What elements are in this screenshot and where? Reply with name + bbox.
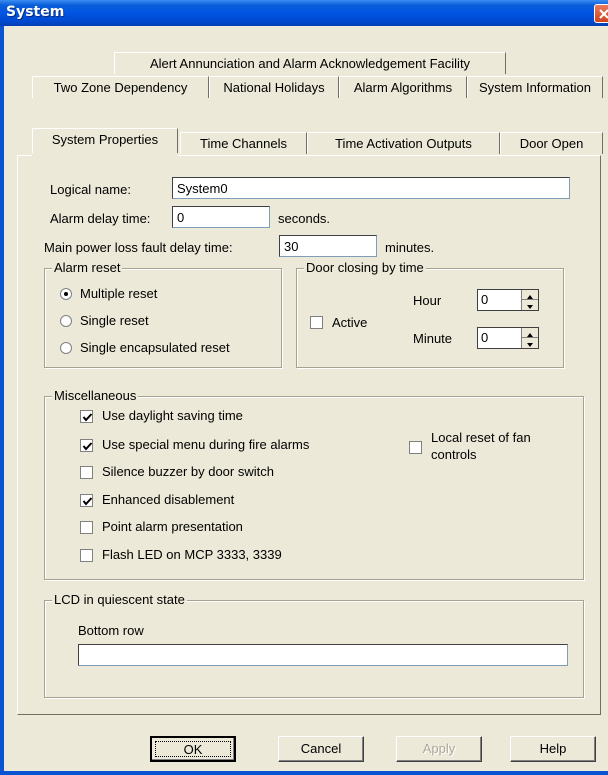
misc-checkbox-daylight[interactable] — [80, 410, 93, 423]
door-closing-title: Door closing by time — [304, 260, 426, 275]
alarm-delay-label: Alarm delay time: — [50, 211, 151, 226]
fan-controls-label-line1: Local reset of fan — [431, 430, 531, 445]
misc-label-enhanced-disablement: Enhanced disablement — [102, 492, 235, 507]
ok-button[interactable]: OK — [150, 736, 236, 762]
minute-label: Minute — [413, 331, 453, 346]
cancel-button-label: Cancel — [300, 741, 342, 756]
alarm-reset-title: Alarm reset — [52, 260, 123, 275]
apply-button[interactable]: Apply — [396, 736, 482, 762]
hour-spin-arrows[interactable] — [521, 290, 538, 310]
misc-checkbox-flash-led[interactable] — [80, 549, 93, 562]
misc-label-flash-led: Flash LED on MCP 3333, 3339 — [102, 547, 282, 562]
radio-multiple-reset[interactable] — [60, 288, 72, 300]
radio-multiple-reset-label: Multiple reset — [80, 286, 158, 301]
lcd-title: LCD in quiescent state — [52, 592, 187, 607]
bottom-row-input[interactable] — [78, 644, 568, 666]
help-button[interactable]: Help — [510, 736, 596, 762]
misc-checkbox-special-menu[interactable] — [80, 439, 93, 452]
misc-label-special-menu: Use special menu during fire alarms — [102, 437, 310, 452]
form-content: Logical name: Alarm delay time: seconds.… — [0, 0, 608, 775]
door-active-label: Active — [332, 315, 368, 330]
radio-single-encapsulated-reset-label: Single encapsulated reset — [80, 340, 230, 355]
door-active-checkbox[interactable] — [310, 316, 323, 329]
logical-name-input[interactable] — [172, 177, 570, 199]
misc-label-silence-buzzer: Silence buzzer by door switch — [102, 464, 274, 479]
misc-checkbox-point-alarm[interactable] — [80, 521, 93, 534]
misc-label-daylight: Use daylight saving time — [102, 408, 243, 423]
checkmark-icon — [82, 497, 93, 506]
ok-focus-ring — [155, 741, 231, 757]
minute-value: 0 — [481, 330, 489, 345]
power-loss-unit: minutes. — [385, 240, 435, 255]
misc-checkbox-silence-buzzer[interactable] — [80, 466, 93, 479]
misc-checkbox-enhanced-disablement[interactable] — [80, 494, 93, 507]
misc-label-point-alarm: Point alarm presentation — [102, 519, 243, 534]
fan-controls-label-line2: controls — [431, 447, 477, 462]
minute-up-arrow-icon[interactable] — [522, 328, 538, 338]
hour-spinner[interactable]: 0 — [477, 289, 539, 311]
hour-up-arrow-icon[interactable] — [522, 290, 538, 300]
minute-spinner[interactable]: 0 — [477, 327, 539, 349]
logical-name-label: Logical name: — [50, 182, 131, 197]
radio-single-reset[interactable] — [60, 315, 72, 327]
help-button-label: Help — [539, 741, 567, 756]
hour-label: Hour — [413, 293, 442, 308]
cancel-button[interactable]: Cancel — [278, 736, 364, 762]
radio-single-reset-label: Single reset — [80, 313, 149, 328]
hour-down-arrow-icon[interactable] — [522, 300, 538, 310]
fan-controls-checkbox[interactable] — [409, 441, 422, 454]
misc-title: Miscellaneous — [52, 388, 139, 403]
apply-button-label: Apply — [422, 741, 456, 756]
bottom-row-label: Bottom row — [78, 623, 144, 638]
minute-down-arrow-icon[interactable] — [522, 338, 538, 348]
radio-single-encapsulated-reset[interactable] — [60, 342, 72, 354]
checkmark-icon — [82, 413, 93, 422]
hour-value: 0 — [481, 292, 489, 307]
alarm-delay-unit: seconds. — [278, 211, 331, 226]
power-loss-input[interactable] — [279, 235, 377, 257]
power-loss-label: Main power loss fault delay time: — [44, 240, 233, 255]
checkmark-icon — [82, 442, 93, 451]
minute-spin-arrows[interactable] — [521, 328, 538, 348]
alarm-delay-input[interactable] — [172, 206, 270, 228]
